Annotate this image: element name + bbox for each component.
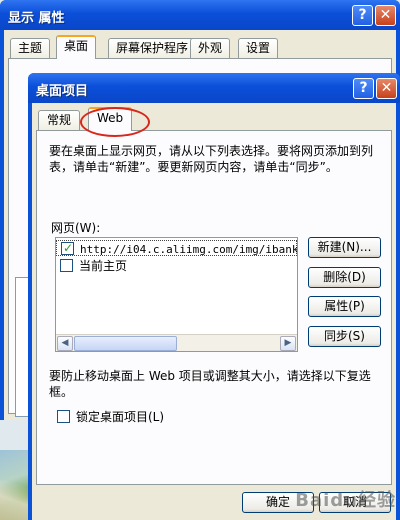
webpages-instructions: 要在桌面上显示网页，请从以下列表选择。要将网页添加到列表，请单击“新建”。要更新… xyxy=(49,144,374,174)
horizontal-scrollbar[interactable]: ◀ ▶ xyxy=(56,334,297,351)
webpage-url: http://i04.c.aliimg.com/img/ibank/20 xyxy=(80,243,298,256)
delete-button[interactable]: 删除(D) xyxy=(308,267,381,288)
dialog-title: 桌面项目 xyxy=(36,84,89,99)
webpage-checkbox[interactable] xyxy=(61,240,74,256)
lock-instructions: 要防止移动桌面上 Web 项目或调整其大小，请选择以下复选框。 xyxy=(49,369,371,399)
webpages-list[interactable]: http://i04.c.aliimg.com/img/ibank/20 当前主… xyxy=(55,237,298,352)
outer-help-button[interactable]: ? xyxy=(352,5,373,26)
tab-desktop[interactable]: 桌面 xyxy=(56,35,97,59)
web-tab-panel: 要在桌面上显示网页，请从以下列表选择。要将网页添加到列表，请单击“新建”。要更新… xyxy=(36,130,392,485)
tab-general[interactable]: 常规 xyxy=(38,110,81,130)
tab-themes[interactable]: 主题 xyxy=(10,38,51,58)
dialog-client-area: 常规 Web 要在桌面上显示网页，请从以下列表选择。要将网页添加到列表，请单击“… xyxy=(32,103,396,520)
outer-window-title: 显示 属性 xyxy=(8,11,65,26)
dialog-close-button[interactable]: ✕ xyxy=(376,78,397,99)
scroll-left-icon[interactable]: ◀ xyxy=(57,336,73,351)
webpages-label: 网页(W): xyxy=(51,221,101,235)
outer-title-bar[interactable]: 显示 属性 ? ✕ xyxy=(0,0,400,30)
lock-desktop-items-option[interactable]: 锁定桌面项目(L) xyxy=(57,408,164,425)
sync-button[interactable]: 同步(S) xyxy=(308,326,381,347)
tab-appearance[interactable]: 外观 xyxy=(190,38,231,58)
tab-web[interactable]: Web xyxy=(88,107,133,131)
outer-close-button[interactable]: ✕ xyxy=(375,5,396,26)
tab-screensaver[interactable]: 屏幕保护程序 xyxy=(108,38,197,58)
scroll-thumb[interactable] xyxy=(74,336,177,351)
webpage-name: 当前主页 xyxy=(79,259,128,273)
new-button[interactable]: 新建(N)... xyxy=(308,237,381,258)
properties-button[interactable]: 属性(P) xyxy=(308,296,381,317)
scroll-right-icon[interactable]: ▶ xyxy=(280,336,296,351)
list-item[interactable]: http://i04.c.aliimg.com/img/ibank/20 xyxy=(56,240,297,256)
lock-checkbox[interactable] xyxy=(57,410,70,423)
desktop-items-dialog: 桌面项目 ? ✕ 常规 Web 要在桌面上显示网页，请从以下列表选择。要将网页添… xyxy=(28,73,400,520)
webpage-checkbox[interactable] xyxy=(60,259,73,272)
dialog-title-bar[interactable]: 桌面项目 ? ✕ xyxy=(28,73,400,103)
tab-settings[interactable]: 设置 xyxy=(238,38,279,58)
lock-label: 锁定桌面项目(L) xyxy=(76,410,165,424)
dialog-help-button[interactable]: ? xyxy=(353,78,374,99)
list-item[interactable]: 当前主页 xyxy=(60,258,127,274)
watermark: Baidu经验 xyxy=(295,490,396,511)
